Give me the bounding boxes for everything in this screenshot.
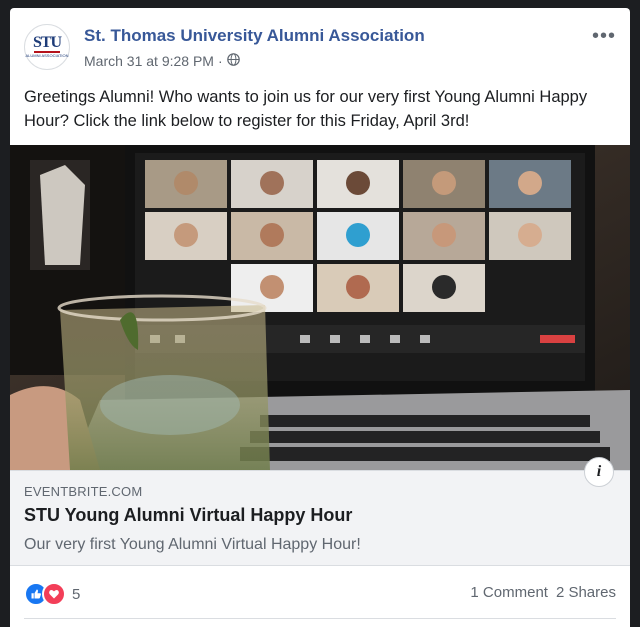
shares-count-link[interactable]: 2 Shares [556,584,616,601]
meta-separator: · [217,53,223,69]
link-domain: EVENTBRITE.COM [24,484,143,499]
timestamp-link[interactable]: March 31 at 9:28 PM [84,53,214,69]
globe-icon[interactable] [226,53,240,69]
avatar-monogram: STU [32,34,62,51]
photo-illustration [10,145,630,470]
reactions-summary[interactable]: 5 [24,582,80,606]
avatar[interactable]: STU ALUMNI ASSOCIATION [24,24,70,70]
post-header: STU ALUMNI ASSOCIATION St. Thomas Univer… [24,22,616,74]
link-title[interactable]: STU Young Alumni Virtual Happy Hour [24,505,352,526]
info-icon[interactable]: i [584,457,614,487]
post-text: Greetings Alumni! Who wants to join us f… [24,88,588,130]
page-name-link[interactable]: St. Thomas University Alumni Association [84,26,425,46]
link-preview[interactable]: EVENTBRITE.COM STU Young Alumni Virtual … [10,457,630,566]
footer-divider [24,618,616,619]
post-card: STU ALUMNI ASSOCIATION St. Thomas Univer… [10,8,630,627]
post-photo[interactable] [10,145,630,470]
post-footer: 5 1 Comment 2 Shares [24,576,616,606]
comments-count-link[interactable]: 1 Comment [470,584,548,601]
reaction-count: 5 [72,585,81,603]
post-meta: March 31 at 9:28 PM · [84,53,240,69]
love-reaction-icon [42,582,66,606]
engagement-stats: 1 Comment 2 Shares [470,584,616,601]
more-options-button[interactable]: ••• [592,26,616,46]
link-description: Our very first Young Alumni Virtual Happ… [24,536,361,553]
avatar-subtitle: ALUMNI ASSOCIATION [25,53,69,58]
